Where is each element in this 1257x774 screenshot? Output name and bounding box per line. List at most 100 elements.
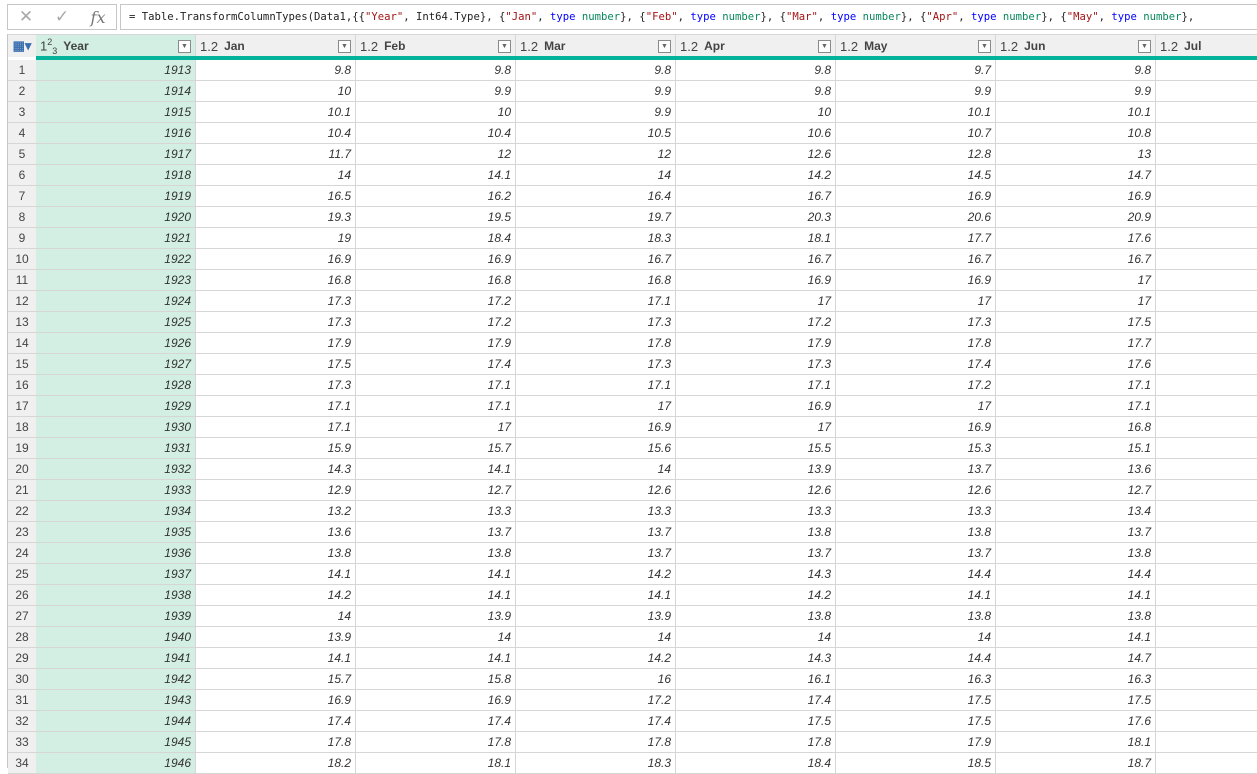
table-row[interactable]: 29 1941 14.1 14.1 14.2 14.3 14.4 14.7 <box>8 648 1257 669</box>
column-header-year[interactable]: 123 Year ▼ <box>36 35 196 57</box>
cell-jul[interactable] <box>1156 270 1257 291</box>
cell-apr[interactable]: 13.3 <box>676 501 836 522</box>
cell-year[interactable]: 1933 <box>36 480 196 501</box>
cell-jul[interactable] <box>1156 207 1257 228</box>
cell-feb[interactable]: 9.8 <box>356 60 516 81</box>
cell-jan[interactable]: 14 <box>196 165 356 186</box>
cell-mar[interactable]: 14.1 <box>516 585 676 606</box>
cell-year[interactable]: 1940 <box>36 627 196 648</box>
cell-year[interactable]: 1935 <box>36 522 196 543</box>
whole-number-type-icon[interactable]: 123 <box>40 37 57 56</box>
row-number[interactable]: 30 <box>8 669 36 690</box>
cell-may[interactable]: 16.9 <box>836 417 996 438</box>
cell-jul[interactable] <box>1156 648 1257 669</box>
cell-jun[interactable]: 17.5 <box>996 690 1156 711</box>
cell-apr[interactable]: 16.9 <box>676 270 836 291</box>
cell-jan[interactable]: 17.1 <box>196 396 356 417</box>
cell-mar[interactable]: 14.2 <box>516 564 676 585</box>
cell-apr[interactable]: 17 <box>676 291 836 312</box>
row-number[interactable]: 19 <box>8 438 36 459</box>
cell-jan[interactable]: 17.4 <box>196 711 356 732</box>
cell-jan[interactable]: 14.1 <box>196 564 356 585</box>
close-icon[interactable]: ✕ <box>8 5 44 29</box>
cell-jul[interactable] <box>1156 543 1257 564</box>
cell-mar[interactable]: 9.8 <box>516 60 676 81</box>
cell-jun[interactable]: 13.6 <box>996 459 1156 480</box>
cell-may[interactable]: 14.4 <box>836 648 996 669</box>
row-number[interactable]: 27 <box>8 606 36 627</box>
cell-feb[interactable]: 17.8 <box>356 732 516 753</box>
cell-feb[interactable]: 17.1 <box>356 375 516 396</box>
table-row[interactable]: 10 1922 16.9 16.9 16.7 16.7 16.7 16.7 <box>8 249 1257 270</box>
column-header-feb[interactable]: 1.2 Feb ▼ <box>356 35 516 57</box>
cell-jun[interactable]: 18.1 <box>996 732 1156 753</box>
cell-apr[interactable]: 14.3 <box>676 648 836 669</box>
row-number[interactable]: 21 <box>8 480 36 501</box>
cell-may[interactable]: 20.6 <box>836 207 996 228</box>
decimal-type-icon[interactable]: 1.2 <box>1000 39 1018 54</box>
cell-apr[interactable]: 16.7 <box>676 249 836 270</box>
cell-jul[interactable] <box>1156 60 1257 81</box>
cell-mar[interactable]: 17.1 <box>516 375 676 396</box>
cell-may[interactable]: 17.4 <box>836 354 996 375</box>
cell-may[interactable]: 17.5 <box>836 711 996 732</box>
table-row[interactable]: 17 1929 17.1 17.1 17 16.9 17 17.1 <box>8 396 1257 417</box>
cell-year[interactable]: 1920 <box>36 207 196 228</box>
table-row[interactable]: 23 1935 13.6 13.7 13.7 13.8 13.8 13.7 <box>8 522 1257 543</box>
cell-jun[interactable]: 14.7 <box>996 165 1156 186</box>
cell-apr[interactable]: 13.7 <box>676 543 836 564</box>
row-number[interactable]: 33 <box>8 732 36 753</box>
cell-feb[interactable]: 13.3 <box>356 501 516 522</box>
cell-feb[interactable]: 12 <box>356 144 516 165</box>
cell-jun[interactable]: 17.1 <box>996 396 1156 417</box>
cell-jan[interactable]: 12.9 <box>196 480 356 501</box>
cell-jan[interactable]: 13.6 <box>196 522 356 543</box>
cell-may[interactable]: 10.7 <box>836 123 996 144</box>
cell-jan[interactable]: 17.3 <box>196 291 356 312</box>
cell-jan[interactable]: 15.9 <box>196 438 356 459</box>
table-row[interactable]: 1 1913 9.8 9.8 9.8 9.8 9.7 9.8 <box>8 60 1257 81</box>
table-row[interactable]: 9 1921 19 18.4 18.3 18.1 17.7 17.6 <box>8 228 1257 249</box>
cell-jun[interactable]: 16.7 <box>996 249 1156 270</box>
cell-may[interactable]: 13.3 <box>836 501 996 522</box>
cell-jun[interactable]: 14.7 <box>996 648 1156 669</box>
check-icon[interactable]: ✓ <box>44 5 80 29</box>
cell-jan[interactable]: 14 <box>196 606 356 627</box>
cell-jun[interactable]: 13.4 <box>996 501 1156 522</box>
cell-jul[interactable] <box>1156 438 1257 459</box>
cell-mar[interactable]: 17.3 <box>516 354 676 375</box>
cell-may[interactable]: 17.5 <box>836 690 996 711</box>
formula-input[interactable]: = Table.TransformColumnTypes(Data1,{{"Ye… <box>120 4 1257 30</box>
cell-jun[interactable]: 17 <box>996 270 1156 291</box>
decimal-type-icon[interactable]: 1.2 <box>200 39 218 54</box>
cell-jan[interactable]: 18.2 <box>196 753 356 774</box>
cell-apr[interactable]: 17.2 <box>676 312 836 333</box>
cell-mar[interactable]: 9.9 <box>516 81 676 102</box>
row-number[interactable]: 4 <box>8 123 36 144</box>
cell-jan[interactable]: 16.9 <box>196 249 356 270</box>
row-number[interactable]: 20 <box>8 459 36 480</box>
cell-mar[interactable]: 13.3 <box>516 501 676 522</box>
cell-jul[interactable] <box>1156 732 1257 753</box>
cell-jul[interactable] <box>1156 333 1257 354</box>
cell-year[interactable]: 1938 <box>36 585 196 606</box>
row-number[interactable]: 25 <box>8 564 36 585</box>
cell-feb[interactable]: 14.1 <box>356 648 516 669</box>
cell-jul[interactable] <box>1156 417 1257 438</box>
cell-jan[interactable]: 13.2 <box>196 501 356 522</box>
cell-jul[interactable] <box>1156 186 1257 207</box>
row-number[interactable]: 13 <box>8 312 36 333</box>
cell-year[interactable]: 1930 <box>36 417 196 438</box>
cell-mar[interactable]: 16.4 <box>516 186 676 207</box>
row-number[interactable]: 34 <box>8 753 36 774</box>
cell-feb[interactable]: 14.1 <box>356 459 516 480</box>
cell-may[interactable]: 18.5 <box>836 753 996 774</box>
cell-jan[interactable]: 14.2 <box>196 585 356 606</box>
table-row[interactable]: 30 1942 15.7 15.8 16 16.1 16.3 16.3 <box>8 669 1257 690</box>
cell-jun[interactable]: 14.4 <box>996 564 1156 585</box>
cell-feb[interactable]: 16.2 <box>356 186 516 207</box>
cell-jun[interactable]: 16.9 <box>996 186 1156 207</box>
cell-jul[interactable] <box>1156 480 1257 501</box>
table-row[interactable]: 8 1920 19.3 19.5 19.7 20.3 20.6 20.9 <box>8 207 1257 228</box>
cell-feb[interactable]: 13.8 <box>356 543 516 564</box>
